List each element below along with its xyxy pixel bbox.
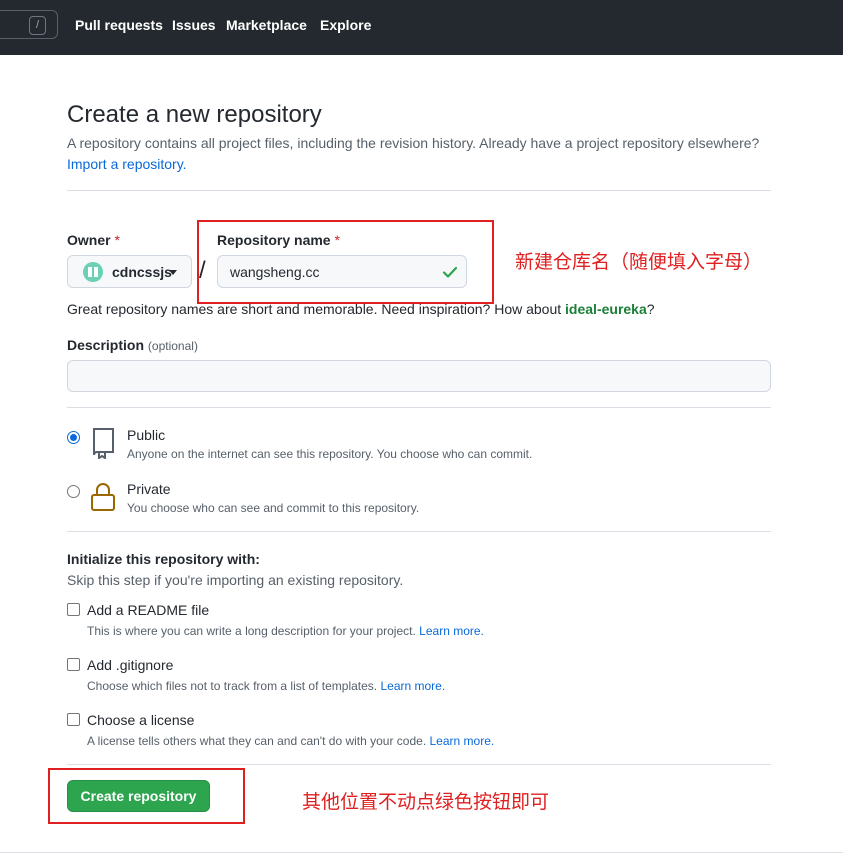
license-label: Choose a license [87,712,195,728]
private-radio[interactable] [67,485,80,498]
highlight-box-repo-name [197,220,494,304]
owner-name: cdncssjs [112,264,172,280]
search-shortcut-key: / [29,16,46,35]
hint-end: ? [646,301,655,317]
nav-link-marketplace[interactable]: Marketplace [226,17,307,33]
divider [67,190,771,191]
top-nav: / Pull requests Issues Marketplace Explo… [0,0,843,55]
annotation-create-button: 其他位置不动点绿色按钮即可 [302,791,550,813]
owner-label-text: Owner [67,232,111,248]
public-radio[interactable] [67,431,80,444]
nav-link-issues[interactable]: Issues [172,17,216,33]
optional-tag: (optional) [147,339,198,353]
page-subtitle: A repository contains all project files,… [67,135,760,151]
page-title: Create a new repository [67,101,322,128]
divider [67,764,771,765]
gitignore-label: Add .gitignore [87,657,174,673]
highlight-box-create-button [48,768,245,824]
readme-label: Add a README file [87,602,210,618]
license-learn-more-link[interactable]: Learn more. [430,734,495,748]
license-description-text: A license tells others what they can and… [87,734,427,748]
private-description: You choose who can see and commit to thi… [127,501,420,515]
gitignore-checkbox[interactable] [67,658,80,671]
suggested-name-link[interactable]: ideal-eureka [565,301,647,317]
readme-checkbox[interactable] [67,603,80,616]
divider [67,407,771,408]
search-input[interactable]: / [0,10,58,39]
license-description: A license tells others what they can and… [87,734,494,748]
description-input[interactable] [67,360,771,392]
avatar [83,262,103,282]
public-title: Public [127,427,166,443]
annotation-repo-name: 新建仓库名（随便填入字母） [515,251,763,273]
nav-link-explore[interactable]: Explore [320,17,371,33]
description-label: Description (optional) [67,337,198,353]
readme-description: This is where you can write a long descr… [87,624,484,638]
init-section-subtitle: Skip this step if you're importing an ex… [67,572,404,588]
nav-link-pull-requests[interactable]: Pull requests [75,17,163,33]
divider [67,531,771,532]
description-label-text: Description [67,337,145,353]
gitignore-learn-more-link[interactable]: Learn more. [380,679,445,693]
readme-description-text: This is where you can write a long descr… [87,624,416,638]
lock-icon [91,483,115,511]
readme-learn-more-link[interactable]: Learn more. [419,624,484,638]
owner-label: Owner * [67,232,120,248]
chevron-down-icon [169,270,177,275]
divider [0,852,843,853]
import-repository-link[interactable]: Import a repository. [67,156,187,172]
gitignore-description-text: Choose which files not to track from a l… [87,679,378,693]
gitignore-description: Choose which files not to track from a l… [87,679,445,693]
owner-select[interactable]: cdncssjs [67,255,192,288]
private-title: Private [127,481,171,497]
repo-icon [93,428,114,459]
public-description: Anyone on the internet can see this repo… [127,447,533,461]
owner-required-mark: * [114,232,120,248]
init-section-title: Initialize this repository with: [67,551,260,567]
license-checkbox[interactable] [67,713,80,726]
